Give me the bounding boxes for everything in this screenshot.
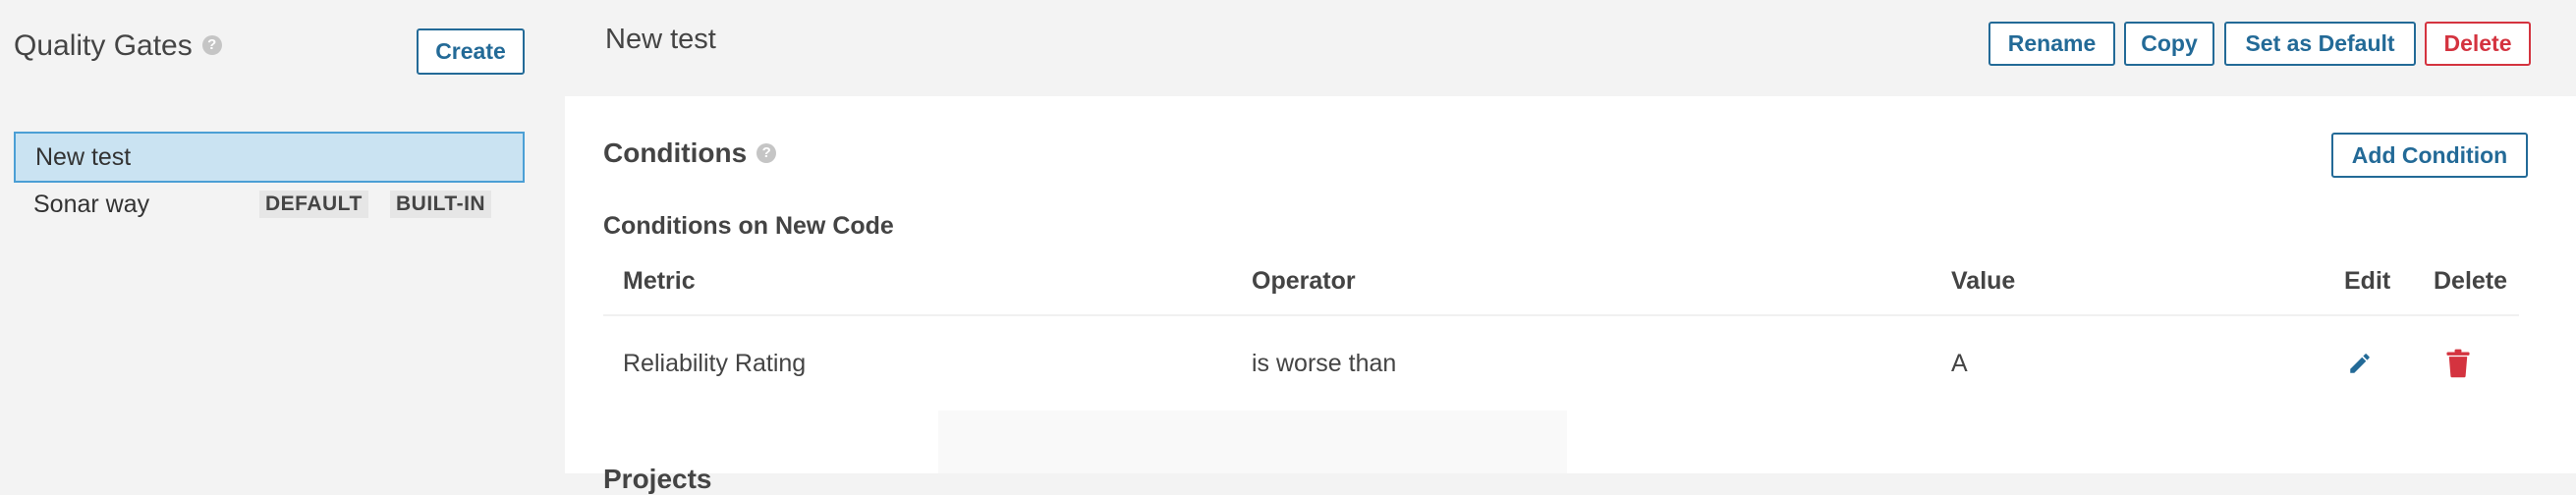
create-button[interactable]: Create bbox=[417, 28, 525, 75]
trash-icon[interactable] bbox=[2441, 347, 2475, 380]
new-code-heading: Conditions on New Code bbox=[603, 212, 894, 240]
operator-cell: is worse than bbox=[1252, 350, 1397, 377]
sidebar: Quality Gates? Create New test Sonar way… bbox=[0, 0, 565, 473]
set-as-default-button[interactable]: Set as Default bbox=[2224, 22, 2416, 66]
projects-heading: Projects bbox=[603, 464, 712, 494]
conditions-heading: Conditions? bbox=[603, 138, 777, 169]
loading-placeholder bbox=[938, 411, 1567, 473]
column-header-value: Value bbox=[1951, 267, 2016, 295]
metric-cell: Reliability Rating bbox=[623, 350, 807, 377]
conditions-heading-text: Conditions bbox=[603, 138, 748, 168]
delete-gate-button[interactable]: Delete bbox=[2425, 22, 2531, 66]
sidebar-title-text: Quality Gates bbox=[14, 29, 193, 62]
copy-button[interactable]: Copy bbox=[2124, 22, 2214, 66]
help-icon[interactable]: ? bbox=[756, 142, 777, 163]
help-icon[interactable]: ? bbox=[201, 35, 222, 56]
sidebar-title: Quality Gates? bbox=[14, 29, 222, 63]
conditions-panel: Conditions? Add Condition Conditions on … bbox=[565, 96, 2576, 494]
built-in-badge: BUILT-IN bbox=[390, 191, 492, 218]
column-header-operator: Operator bbox=[1252, 267, 1356, 295]
gate-item-label: New test bbox=[35, 142, 132, 171]
gate-item-new-test[interactable]: New test bbox=[14, 132, 525, 183]
column-header-edit: Edit bbox=[2344, 267, 2391, 295]
column-header-metric: Metric bbox=[623, 267, 696, 295]
value-cell: A bbox=[1951, 350, 1968, 377]
gate-item-sonar-way[interactable]: Sonar way DEFAULT BUILT-IN bbox=[14, 179, 525, 230]
edit-pencil-icon[interactable] bbox=[2343, 347, 2377, 380]
default-badge: DEFAULT bbox=[259, 191, 368, 218]
page-title: New test bbox=[605, 24, 716, 55]
table-header-divider bbox=[603, 314, 2519, 316]
column-header-delete: Delete bbox=[2434, 267, 2508, 295]
add-condition-button[interactable]: Add Condition bbox=[2331, 133, 2528, 178]
gate-item-label: Sonar way bbox=[33, 190, 150, 218]
rename-button[interactable]: Rename bbox=[1988, 22, 2115, 66]
